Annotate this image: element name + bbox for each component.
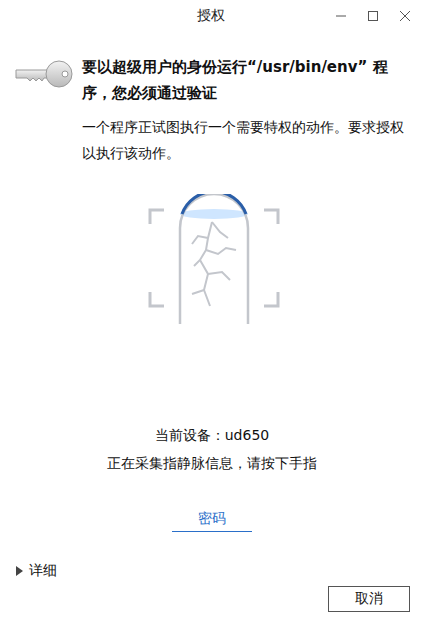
description: 一个程序正试图执行一个需要特权的动作。要求授权以执行该动作。 — [82, 114, 410, 166]
header: 要以超级用户的身份运行“/usr/bin/env” 程序，您必须通过验证 — [14, 54, 410, 106]
status-message: 正在采集指静脉信息，请按下手指 — [14, 452, 410, 474]
cancel-button[interactable]: 取消 — [328, 586, 410, 612]
finger-vein-icon — [148, 194, 280, 326]
minimize-icon[interactable] — [334, 9, 348, 23]
details-toggle[interactable]: 详细 — [14, 562, 410, 580]
content: 要以超级用户的身份运行“/usr/bin/env” 程序，您必须通过验证一个程序… — [0, 32, 422, 624]
vein-scanner — [14, 194, 410, 326]
window-controls — [334, 9, 412, 23]
heading: 要以超级用户的身份运行“/usr/bin/env” 程序，您必须通过验证 — [82, 54, 410, 106]
details-label: 详细 — [29, 562, 57, 580]
button-row: 取消 — [14, 586, 410, 612]
password-link[interactable]: 密码 — [172, 510, 252, 532]
title-bar: 授权 — [0, 0, 422, 32]
expand-arrow-icon — [16, 566, 23, 576]
key-icon — [14, 58, 74, 90]
password-row: 密码 — [14, 510, 410, 532]
window-title: 授权 — [197, 7, 225, 25]
device-label: 当前设备：ud650 — [14, 424, 410, 446]
auth-dialog: 授权要以超级用户的身份运行“/usr/bin/env” 程序，您必须通过验证一个… — [0, 0, 422, 624]
close-icon[interactable] — [398, 9, 412, 23]
footer: 详细取消 — [14, 562, 410, 612]
maximize-icon[interactable] — [366, 9, 380, 23]
